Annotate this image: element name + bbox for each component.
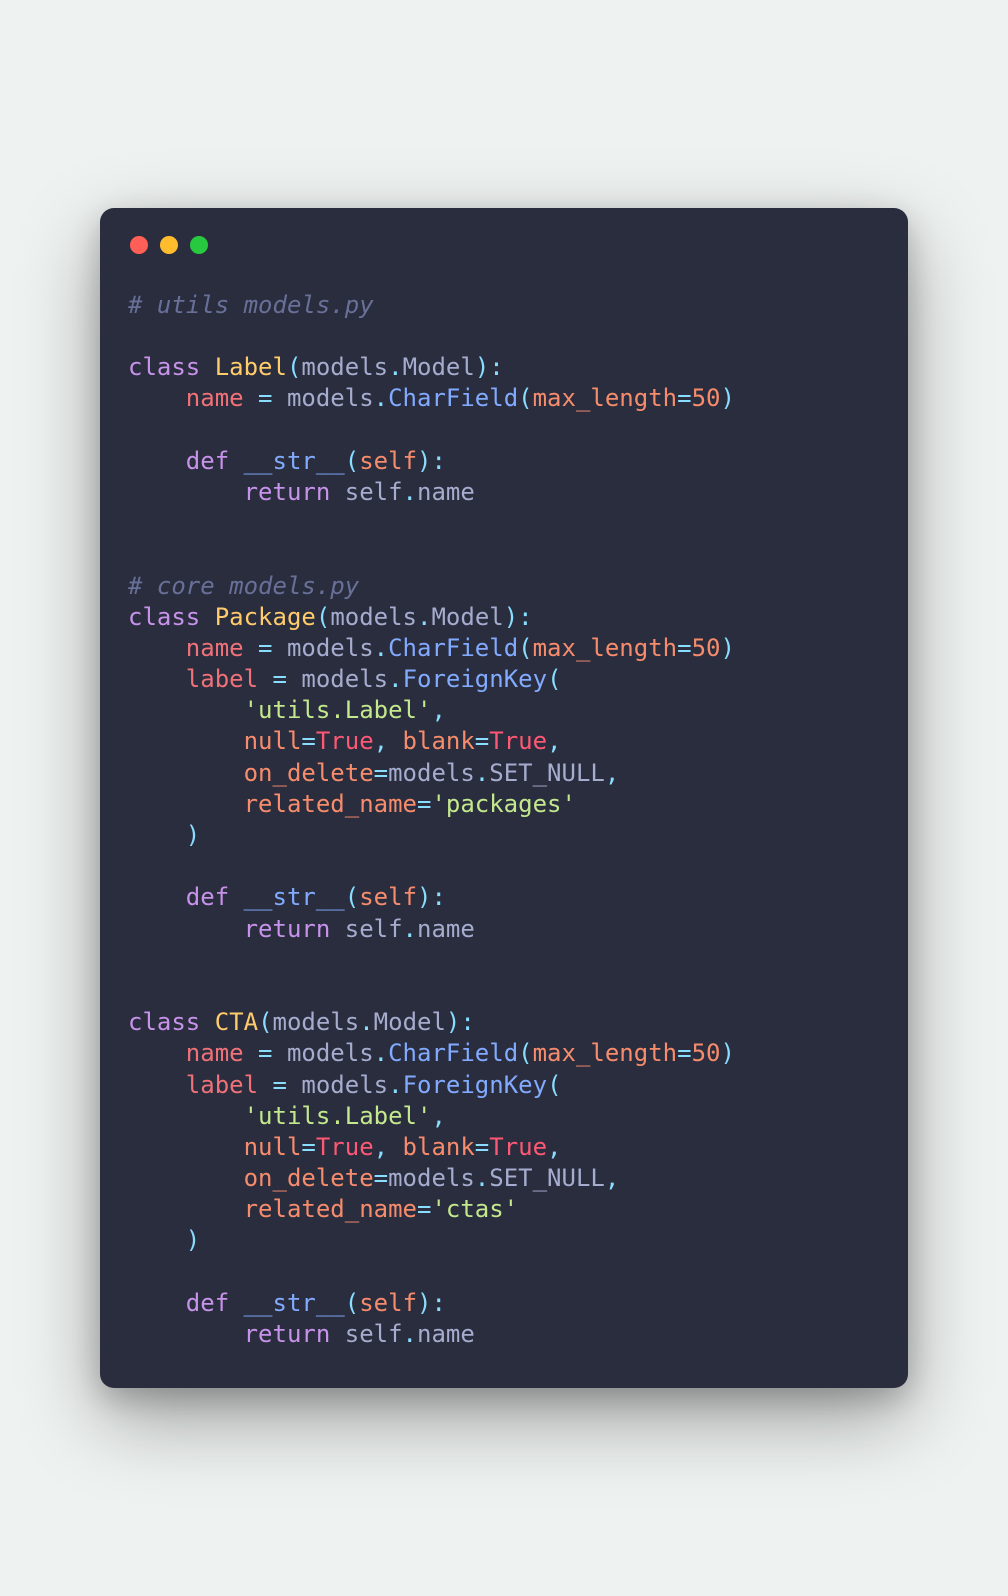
string: 'utils.Label' xyxy=(244,696,432,724)
method-name: __str__ xyxy=(244,1289,345,1317)
call: CharField xyxy=(388,1039,518,1067)
string: 'ctas' xyxy=(431,1195,518,1223)
keyword: return xyxy=(244,1320,331,1348)
attribute: label xyxy=(186,665,258,693)
keyword: return xyxy=(244,915,331,943)
call: CharField xyxy=(388,634,518,662)
method-name: __str__ xyxy=(244,447,345,475)
keyword: def xyxy=(186,447,229,475)
keyword: class xyxy=(128,353,200,381)
keyword: return xyxy=(244,478,331,506)
attribute: name xyxy=(186,1039,244,1067)
keyword: def xyxy=(186,883,229,911)
traffic-lights xyxy=(128,236,880,254)
code-window: # utils models.py class Label(models.Mod… xyxy=(100,208,908,1388)
maximize-icon[interactable] xyxy=(190,236,208,254)
comment-line: # core models.py xyxy=(128,572,359,600)
comment-line: # utils models.py xyxy=(128,291,374,319)
close-icon[interactable] xyxy=(130,236,148,254)
keyword: def xyxy=(186,1289,229,1317)
call: CharField xyxy=(388,384,518,412)
class-name: Package xyxy=(215,603,316,631)
minimize-icon[interactable] xyxy=(160,236,178,254)
number: 50 xyxy=(692,384,721,412)
method-name: __str__ xyxy=(244,883,345,911)
code-block: # utils models.py class Label(models.Mod… xyxy=(128,290,880,1350)
attribute: name xyxy=(186,384,244,412)
keyword: class xyxy=(128,1008,200,1036)
string: 'packages' xyxy=(431,790,576,818)
constant: True xyxy=(316,727,374,755)
class-name: Label xyxy=(215,353,287,381)
string: 'utils.Label' xyxy=(244,1102,432,1130)
class-name: CTA xyxy=(215,1008,258,1036)
attribute: name xyxy=(186,634,244,662)
keyword: class xyxy=(128,603,200,631)
call: ForeignKey xyxy=(403,665,548,693)
call: ForeignKey xyxy=(403,1071,548,1099)
attribute: label xyxy=(186,1071,258,1099)
param: max_length xyxy=(533,384,678,412)
